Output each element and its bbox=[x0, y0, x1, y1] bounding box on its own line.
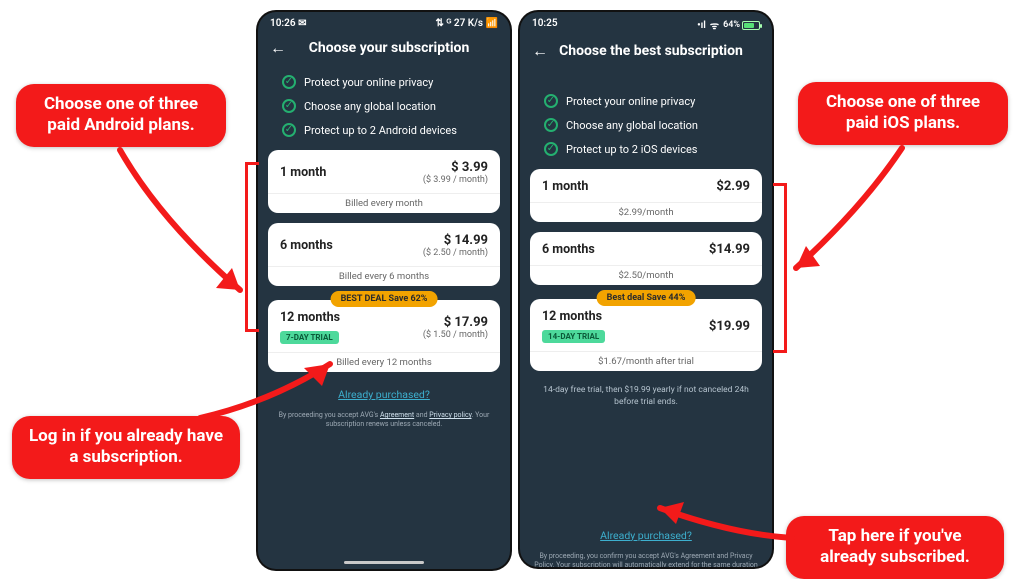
callout-android-plans: Choose one of three paid Android plans. bbox=[16, 84, 226, 147]
status-bar: 10:26 ✉ ⇅ ᴳ 27 K/s 📶 bbox=[258, 12, 510, 32]
bracket-android bbox=[245, 162, 259, 332]
plan-6months[interactable]: 6 months $ 14.99($ 2.50 / month) Billed … bbox=[268, 223, 500, 286]
plan-name: 6 months bbox=[280, 238, 333, 253]
plan-name: 12 months bbox=[542, 309, 605, 324]
plan-6months[interactable]: 6 months $14.99 $2.50/month bbox=[530, 232, 762, 285]
plan-billed: $2.99/month bbox=[530, 202, 762, 222]
callout-ios-plans: Choose one of three paid iOS plans. bbox=[798, 82, 1008, 145]
wifi-icon: ᯤ bbox=[710, 18, 719, 32]
status-time: 10:26 bbox=[270, 18, 296, 29]
plan-billed: Billed every 6 months bbox=[268, 266, 500, 286]
plan-price: $ 14.99 bbox=[423, 233, 488, 248]
plan-12months[interactable]: Best deal Save 44% 12 months 14-DAY TRIA… bbox=[530, 299, 762, 371]
plan-price: $ 3.99 bbox=[423, 160, 488, 175]
status-right: •ıl ᯤ 64% bbox=[697, 18, 760, 32]
bracket-ios bbox=[773, 183, 787, 353]
best-deal-badge: Best deal Save 44% bbox=[597, 290, 696, 306]
plan-per: ($ 3.99 / month) bbox=[423, 175, 488, 185]
bullet-text: Protect your online privacy bbox=[566, 95, 695, 108]
plan-1month[interactable]: 1 month $ 3.99($ 3.99 / month) Billed ev… bbox=[268, 150, 500, 213]
callout-ios-subscribed: Tap here if you've already subscribed. bbox=[786, 516, 1004, 579]
fineprint: By proceeding, you confirm you accept AV… bbox=[520, 548, 772, 567]
plan-price: $2.99 bbox=[716, 179, 750, 194]
plan-billed: Billed every month bbox=[268, 193, 500, 213]
plan-billed: $2.50/month bbox=[530, 265, 762, 285]
trial-badge: 14-DAY TRIAL bbox=[542, 330, 605, 343]
plan-price: $19.99 bbox=[709, 319, 750, 334]
already-purchased-link[interactable]: Already purchased? bbox=[258, 382, 510, 407]
plan-name: 6 months bbox=[542, 242, 595, 257]
ios-screen: 10:25 •ıl ᯤ 64% ← Choose the best subscr… bbox=[520, 12, 772, 567]
check-icon: ✓ bbox=[282, 75, 296, 89]
plan-per: ($ 1.50 / month) bbox=[423, 330, 488, 340]
bullet-text: Protect up to 2 iOS devices bbox=[566, 143, 697, 156]
back-arrow-icon[interactable]: ← bbox=[532, 41, 548, 61]
title-bar: ← Choose your subscription bbox=[258, 32, 510, 68]
fineprint: By proceeding you accept AVG's Agreement… bbox=[258, 407, 510, 440]
plan-billed: $1.67/month after trial bbox=[530, 351, 762, 371]
back-arrow-icon[interactable]: ← bbox=[270, 38, 286, 58]
plan-price: $ 17.99 bbox=[423, 315, 488, 330]
status-bar: 10:25 •ıl ᯤ 64% bbox=[520, 12, 772, 35]
trial-note: 14-day free trial, then $19.99 yearly if… bbox=[520, 381, 772, 413]
best-deal-badge: BEST DEAL Save 62% bbox=[331, 291, 438, 307]
signal-icon: •ıl bbox=[697, 20, 706, 31]
home-indicator[interactable] bbox=[344, 561, 424, 564]
check-icon: ✓ bbox=[282, 99, 296, 113]
plan-per: ($ 2.50 / month) bbox=[423, 248, 488, 258]
check-icon: ✓ bbox=[544, 142, 558, 156]
check-icon: ✓ bbox=[282, 123, 296, 137]
status-right: ⇅ ᴳ 27 K/s 📶 bbox=[436, 18, 499, 29]
callout-android-login: Log in if you already have a subscriptio… bbox=[12, 416, 240, 479]
bullet-text: Choose any global location bbox=[566, 119, 698, 132]
plan-list: 1 month $ 3.99($ 3.99 / month) Billed ev… bbox=[258, 150, 510, 372]
status-time: 10:25 bbox=[532, 18, 558, 32]
plan-name: 12 months bbox=[280, 310, 340, 325]
page-title: Choose the best subscription bbox=[558, 43, 744, 59]
plan-list: 1 month $2.99 $2.99/month 6 months $14.9… bbox=[520, 169, 772, 371]
android-screen: 10:26 ✉ ⇅ ᴳ 27 K/s 📶 ← Choose your subsc… bbox=[258, 12, 510, 569]
bullet-text: Choose any global location bbox=[304, 100, 436, 113]
plan-price: $14.99 bbox=[709, 242, 750, 257]
arrow-ios-plans bbox=[772, 138, 922, 298]
feature-bullets: ✓ Protect your online privacy ✓ Choose any… bbox=[258, 68, 510, 150]
trial-badge: 7-DAY TRIAL bbox=[280, 331, 339, 344]
plan-name: 1 month bbox=[542, 179, 588, 194]
check-icon: ✓ bbox=[544, 118, 558, 132]
check-icon: ✓ bbox=[544, 94, 558, 108]
battery-icon: 64% bbox=[723, 20, 760, 30]
plan-name: 1 month bbox=[280, 165, 326, 180]
bullet-text: Protect up to 2 Android devices bbox=[304, 124, 457, 137]
plan-12months[interactable]: BEST DEAL Save 62% 12 months 7-DAY TRIAL… bbox=[268, 300, 500, 372]
plan-billed: Billed every 12 months bbox=[268, 352, 500, 372]
feature-bullets: ✓ Protect your online privacy ✓ Choose any… bbox=[520, 71, 772, 169]
bullet-text: Protect your online privacy bbox=[304, 76, 433, 89]
status-mail-icon: ✉ bbox=[298, 18, 306, 29]
battery-pct: 64% bbox=[723, 20, 740, 30]
title-bar: ← Choose the best subscription bbox=[520, 35, 772, 71]
already-purchased-link[interactable]: Already purchased? bbox=[520, 523, 772, 548]
page-title: Choose your subscription bbox=[296, 40, 482, 56]
plan-1month[interactable]: 1 month $2.99 $2.99/month bbox=[530, 169, 762, 222]
